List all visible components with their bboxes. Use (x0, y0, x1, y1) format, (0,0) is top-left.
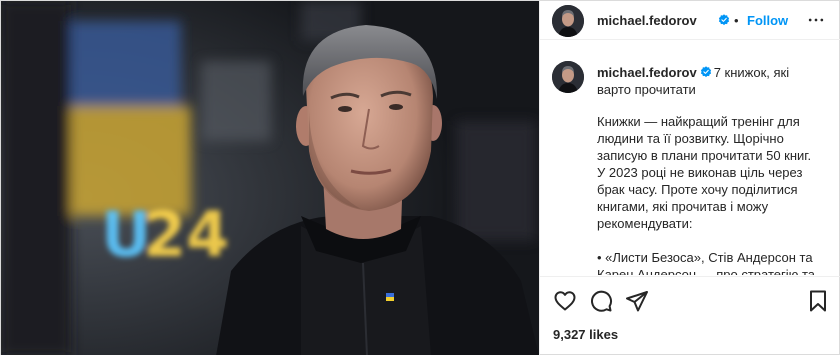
username[interactable]: michael.fedorov (597, 13, 697, 28)
post-header: michael.fedorov • Follow (540, 1, 840, 40)
more-options-icon[interactable] (806, 10, 826, 30)
caption-list-item: • «Листи Безоса», Стів Андерсон та Карен… (597, 250, 816, 275)
verified-badge-icon (718, 14, 730, 26)
post-photo[interactable]: U 24 (1, 1, 539, 355)
bookmark-icon[interactable] (806, 289, 830, 313)
caption-section: michael.fedorov 7 книжок, які варто проч… (540, 53, 840, 275)
caption-username[interactable]: michael.fedorov (597, 65, 697, 80)
caption-heading: michael.fedorov 7 книжок, які варто проч… (597, 64, 817, 98)
post-side-panel: michael.fedorov • Follow michael.fedorov… (539, 1, 840, 355)
caption-avatar[interactable] (552, 61, 584, 93)
action-bar: 9,327 likes (540, 276, 840, 355)
share-icon[interactable] (625, 289, 649, 313)
separator-dot: • (734, 13, 739, 28)
u24-neon-sign: U 24 (101, 198, 229, 271)
caption-text: Книжки — найкращий тренінг для людини та… (597, 113, 817, 275)
post-frame: U 24 michael.fedorov • Follow michael.fe… (0, 0, 840, 355)
follow-button[interactable]: Follow (747, 13, 788, 28)
likes-count[interactable]: 9,327 likes (553, 327, 618, 342)
verified-badge-icon (700, 66, 711, 78)
heart-icon[interactable] (553, 289, 577, 313)
avatar[interactable] (552, 5, 584, 37)
comment-icon[interactable] (589, 289, 613, 313)
caption-paragraph: Книжки — найкращий тренінг для людини та… (597, 114, 812, 231)
svg-text:24: 24 (143, 198, 229, 271)
